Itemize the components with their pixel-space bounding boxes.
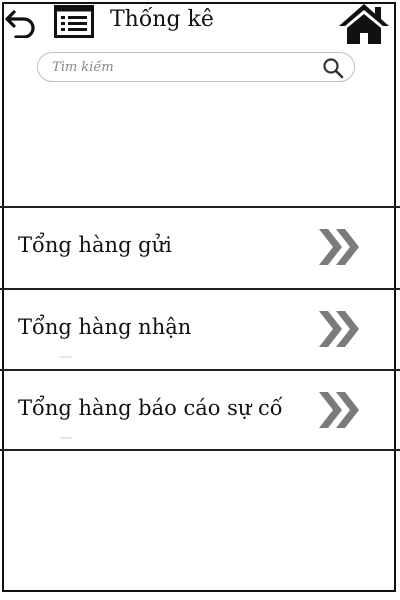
menu-item-label: Tổng hàng gửi	[18, 233, 172, 257]
search-icon[interactable]	[322, 57, 344, 79]
home-icon	[339, 4, 389, 44]
back-arrow-icon	[5, 10, 35, 38]
page-title: Thống kê	[110, 7, 214, 32]
double-chevron-right-icon	[319, 311, 359, 347]
divider	[60, 437, 72, 439]
search-bar	[37, 52, 355, 82]
divider	[0, 449, 400, 451]
menu-item-label: Tổng hàng báo cáo sự cố	[18, 396, 283, 420]
back-button[interactable]	[3, 5, 39, 39]
menu-button[interactable]	[54, 5, 94, 38]
double-chevron-right-icon	[319, 392, 359, 428]
menu-item-sent-goods[interactable]: Tổng hàng gửi	[4, 208, 396, 286]
home-button[interactable]	[337, 2, 391, 46]
search-input[interactable]	[52, 57, 312, 77]
divider	[60, 356, 72, 358]
double-chevron-right-icon	[319, 229, 359, 265]
menu-item-incident-goods[interactable]: Tổng hàng báo cáo sự cố	[4, 371, 396, 449]
menu-item-received-goods[interactable]: Tổng hàng nhận	[4, 290, 396, 368]
list-icon	[54, 5, 94, 38]
menu-item-label: Tổng hàng nhận	[18, 315, 192, 339]
